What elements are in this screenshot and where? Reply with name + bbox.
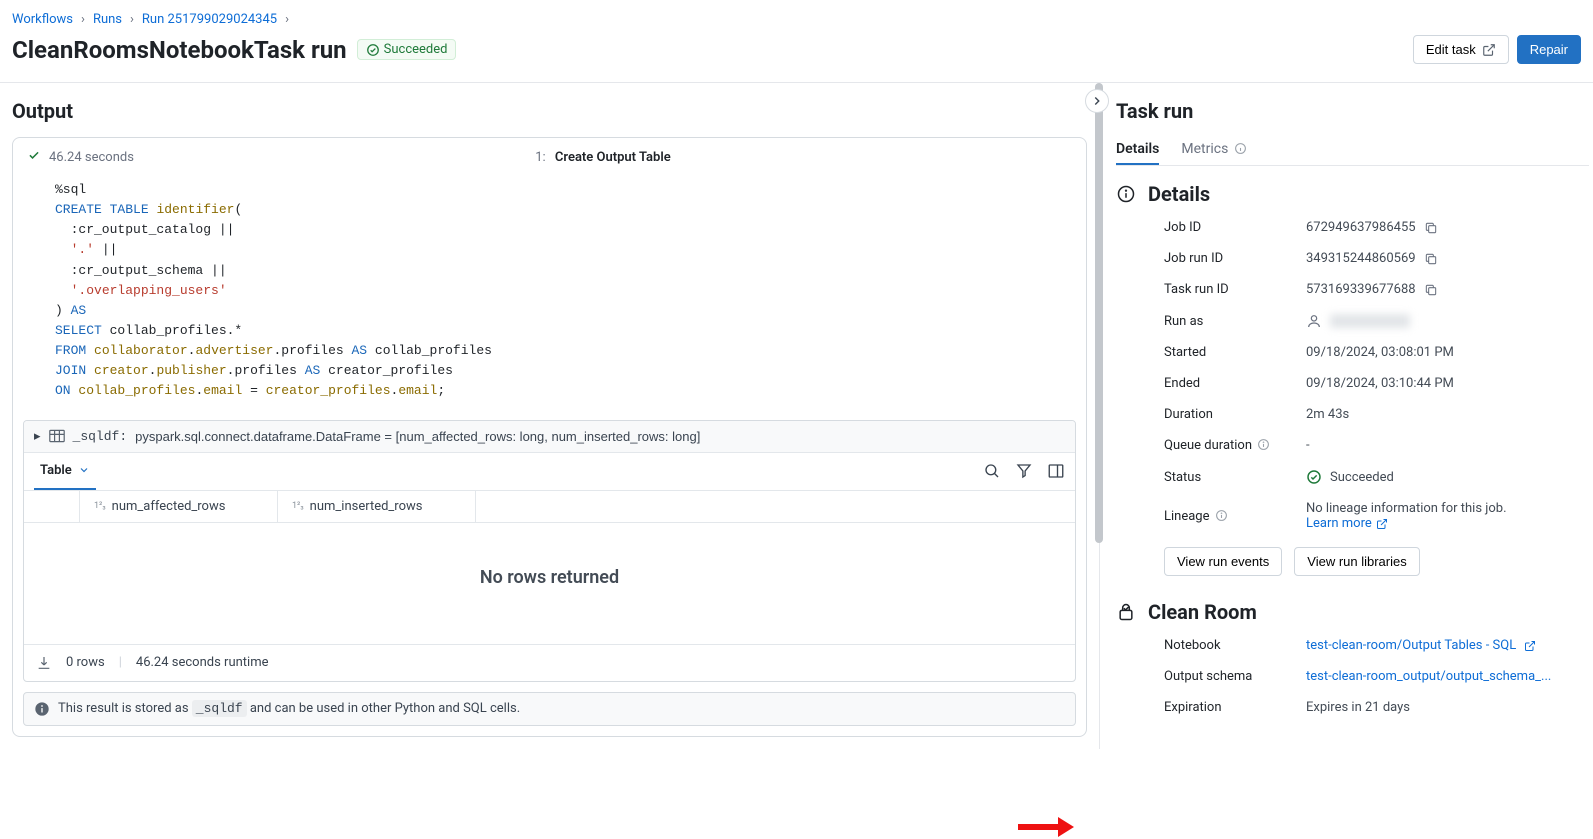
output-heading: Output (12, 99, 1087, 123)
learn-more-link[interactable]: Learn more (1306, 516, 1388, 531)
breadcrumbs: Workflows › Runs › Run 251799029024345 › (0, 0, 1593, 31)
search-icon[interactable] (983, 462, 1001, 480)
edit-task-button[interactable]: Edit task (1413, 35, 1509, 64)
page-title: CleanRoomsNotebookTask run (12, 36, 347, 64)
task-run-panel: Task run Details Metrics Details Job ID … (1099, 83, 1593, 749)
table-headers: 1²₃ num_affected_rows 1²₃ num_inserted_r… (24, 491, 1075, 523)
code-block: %sql CREATE TABLE identifier( :cr_output… (13, 176, 1086, 414)
runtime: 46.24 seconds runtime (136, 655, 269, 670)
user-icon (1306, 313, 1322, 329)
lineage-label: Lineage (1164, 509, 1306, 524)
chevron-right-icon: › (81, 12, 85, 27)
check-circle-icon (366, 43, 380, 57)
status-value: Succeeded (1306, 469, 1589, 485)
clean-room-heading: Clean Room (1148, 600, 1257, 624)
info-icon (34, 701, 50, 717)
ended-value: 09/18/2024, 03:10:44 PM (1306, 376, 1589, 391)
notebook-label: Notebook (1164, 638, 1306, 653)
duration-value: 2m 43s (1306, 407, 1589, 422)
column-num-inserted-rows[interactable]: 1²₃ num_inserted_rows (278, 491, 476, 522)
chevron-down-icon (78, 464, 90, 476)
copy-icon[interactable] (1424, 283, 1438, 297)
tab-metrics[interactable]: Metrics (1181, 135, 1246, 165)
tab-details[interactable]: Details (1116, 135, 1159, 165)
task-run-id-label: Task run ID (1164, 282, 1306, 297)
run-as-value (1330, 314, 1410, 328)
output-schema-link[interactable]: test-clean-room_output/output_schema_... (1306, 669, 1551, 684)
chevron-right-icon (1090, 94, 1104, 108)
external-link-icon (1376, 518, 1388, 530)
lineage-value: No lineage information for this job. (1306, 501, 1589, 516)
number-type-icon: 1²₃ (292, 501, 304, 511)
clean-room-icon (1116, 602, 1136, 622)
view-run-events-button[interactable]: View run events (1164, 547, 1282, 576)
cell-duration: 46.24 seconds (49, 150, 134, 165)
collapse-panel-button[interactable] (1085, 89, 1109, 113)
info-icon (1234, 142, 1247, 155)
details-heading: Details (1148, 182, 1210, 206)
task-run-title: Task run (1116, 99, 1589, 123)
status-label: Status (1164, 470, 1306, 485)
repair-button[interactable]: Repair (1517, 35, 1581, 64)
copy-icon[interactable] (1424, 252, 1438, 266)
started-label: Started (1164, 345, 1306, 360)
queue-duration-value: - (1306, 438, 1589, 453)
breadcrumb-runs[interactable]: Runs (93, 12, 122, 27)
duration-label: Duration (1164, 407, 1306, 422)
scrollbar[interactable] (1095, 83, 1103, 749)
job-run-id-label: Job run ID (1164, 251, 1306, 266)
external-link-icon (1524, 640, 1536, 652)
notebook-cell: 46.24 seconds 1: Create Output Table %sq… (12, 137, 1087, 737)
expiration-label: Expiration (1164, 700, 1306, 715)
expand-icon[interactable]: ▸ (34, 429, 41, 444)
ended-label: Ended (1164, 376, 1306, 391)
number-type-icon: 1²₃ (94, 501, 106, 511)
info-icon (1257, 438, 1270, 451)
task-run-id-value: 573169339677688 (1306, 282, 1416, 297)
sqldf-variable: _sqldf (192, 700, 247, 717)
info-icon (1116, 184, 1136, 204)
chevron-right-icon: › (130, 12, 134, 27)
info-icon (1215, 509, 1228, 522)
cell-number: 1: (535, 150, 545, 165)
job-id-value: 672949637986455 (1306, 220, 1416, 235)
started-value: 09/18/2024, 03:08:01 PM (1306, 345, 1589, 360)
chevron-right-icon: › (285, 12, 289, 27)
result-box: ▸ _sqldf: pyspark.sql.connect.dataframe.… (23, 420, 1076, 682)
schema-text: pyspark.sql.connect.dataframe.DataFrame … (135, 429, 700, 444)
breadcrumb-run-id[interactable]: Run 251799029024345 (142, 12, 277, 27)
status-badge: Succeeded (357, 39, 457, 60)
schema-prefix: _sqldf: (73, 429, 128, 444)
job-run-id-value: 349315244860569 (1306, 251, 1416, 266)
column-num-affected-rows[interactable]: 1²₃ num_affected_rows (80, 491, 278, 522)
job-id-label: Job ID (1164, 220, 1306, 235)
expiration-value: Expires in 21 days (1306, 700, 1589, 715)
output-schema-label: Output schema (1164, 669, 1306, 684)
copy-icon[interactable] (1424, 221, 1438, 235)
page-header: CleanRoomsNotebookTask run Succeeded Edi… (0, 31, 1593, 83)
tab-table[interactable]: Table (34, 453, 96, 490)
breadcrumb-workflows[interactable]: Workflows (12, 12, 73, 27)
row-count: 0 rows (66, 655, 105, 670)
cell-title: Create Output Table (555, 150, 671, 165)
no-rows-message: No rows returned (24, 523, 1075, 644)
annotation-arrow (1016, 815, 1076, 839)
queue-duration-label: Queue duration (1164, 438, 1306, 453)
external-link-icon (1482, 43, 1496, 57)
view-run-libraries-button[interactable]: View run libraries (1294, 547, 1419, 576)
notebook-link[interactable]: test-clean-room/Output Tables - SQL (1306, 638, 1516, 653)
filter-icon[interactable] (1015, 462, 1033, 480)
panel-icon[interactable] (1047, 462, 1065, 480)
run-as-label: Run as (1164, 314, 1306, 329)
dataframe-icon (49, 429, 65, 443)
check-icon (27, 148, 41, 166)
download-icon[interactable] (36, 655, 52, 671)
check-circle-icon (1306, 469, 1322, 485)
info-bar: This result is stored as _sqldf and can … (23, 692, 1076, 726)
